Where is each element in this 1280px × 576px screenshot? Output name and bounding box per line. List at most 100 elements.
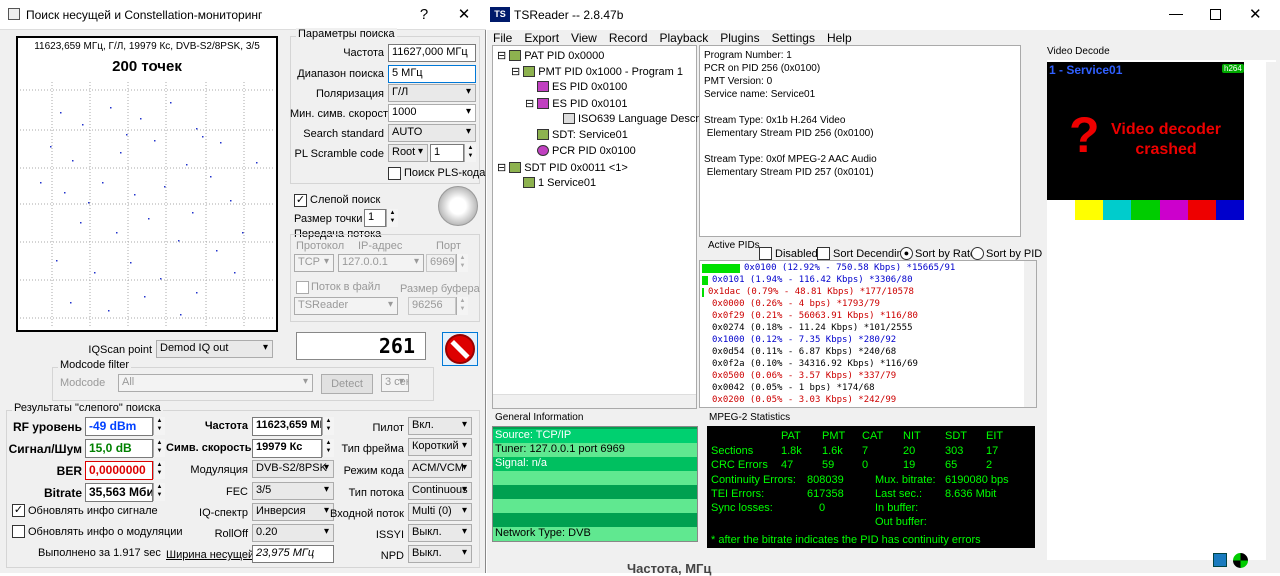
folder-icon	[509, 50, 522, 61]
issyi-select[interactable]: Выкл.	[408, 524, 472, 542]
tree-item-pcr[interactable]: PCR PID 0x0100	[537, 145, 636, 157]
sort-rate-radio[interactable]: ●	[900, 247, 913, 260]
buffer-input[interactable]: 96256	[408, 297, 456, 315]
tree-item-service[interactable]: 1 Service01	[523, 177, 596, 189]
tree-item-pat[interactable]: ⊟ PAT PID 0x0000	[497, 49, 604, 62]
tree-item-es-audio[interactable]: ⊟ ES PID 0x0101	[525, 97, 628, 110]
update-signal-checkbox[interactable]: ✓	[12, 504, 25, 517]
input-stream-select[interactable]: Multi (0)	[408, 503, 472, 521]
active-pids-list[interactable]: 0x0100 (12.92% - 750.58 Kbps) *15665/91 0…	[699, 260, 1037, 408]
help-button[interactable]: ?	[402, 0, 446, 30]
menu-view[interactable]: View	[571, 31, 597, 45]
iq-spectrum-select[interactable]: Инверсия	[252, 503, 334, 521]
menu-playback[interactable]: Playback	[660, 31, 709, 45]
tsreader-title: TSReader -- 2.8.47b	[514, 8, 624, 22]
pid-row[interactable]: 0x0d54 (0.11% - 6.87 Kbps) *240/68	[712, 347, 896, 357]
pid-row[interactable]: 0x0200 (0.05% - 3.03 Kbps) *242/99	[712, 395, 896, 405]
pid-row[interactable]: 0x0f2a (0.10% - 34316.92 Kbps) *116/69	[712, 359, 918, 369]
pid-row[interactable]: 0x1000 (0.12% - 7.35 Kbps) *280/92	[712, 335, 896, 345]
pid-row[interactable]: 0x0500 (0.06% - 3.57 Kbps) *337/79	[712, 371, 896, 381]
network-icon[interactable]	[1213, 553, 1227, 567]
blind-search-checkbox[interactable]: ✓	[294, 194, 307, 207]
ip-select[interactable]: 127.0.0.1	[338, 254, 424, 272]
to-file-checkbox[interactable]	[296, 281, 309, 294]
satellite-dish-icon[interactable]	[438, 186, 478, 226]
point-size-input[interactable]: 1	[364, 209, 386, 227]
menu-help[interactable]: Help	[827, 31, 852, 45]
menu-export[interactable]: Export	[524, 31, 559, 45]
network-type-line: Network Type: DVB	[493, 527, 697, 541]
maximize-icon[interactable]	[1210, 9, 1221, 20]
pid-row[interactable]: 0x0100 (12.92% - 750.58 Kbps) *15665/91	[744, 263, 955, 273]
freq-label: Частота	[343, 47, 384, 59]
bitrate-spin[interactable]: ▲ ▼	[153, 483, 165, 501]
info-line	[704, 101, 1016, 114]
search-standard-select[interactable]: AUTO	[388, 124, 476, 142]
result-freq-spin[interactable]: ▲ ▼	[322, 417, 334, 435]
snr-spin[interactable]: ▲ ▼	[153, 439, 165, 457]
minimize-icon[interactable]	[1169, 7, 1183, 15]
npd-select[interactable]: Выкл.	[408, 545, 472, 563]
disabled-checkbox[interactable]	[759, 247, 772, 260]
update-modulation-checkbox[interactable]	[12, 525, 25, 538]
rolloff-select[interactable]: 0.20	[252, 524, 334, 542]
code-mode-select[interactable]: ACM/VCM	[408, 460, 472, 478]
rf-level-spin[interactable]: ▲ ▼	[153, 417, 165, 435]
pid-row[interactable]: 0x0274 (0.18% - 11.24 Kbps) *101/2555	[712, 323, 912, 333]
frame-type-select[interactable]: Короткий	[408, 438, 472, 456]
pl-scramble-spin[interactable]: ▲ ▼	[464, 144, 476, 162]
polarization-select[interactable]: Г/Л	[388, 84, 476, 102]
sort-desc-checkbox[interactable]	[817, 247, 830, 260]
pl-scramble-code-input[interactable]: 1	[430, 144, 464, 162]
min-sr-select[interactable]: 1000	[388, 104, 476, 122]
video-vscroll[interactable]	[1266, 62, 1276, 560]
modcode-select[interactable]: All	[118, 374, 313, 392]
menu-record[interactable]: Record	[609, 31, 648, 45]
program-info-pane: Program Number: 1 PCR on PID 256 (0x0100…	[699, 45, 1021, 237]
pid-rate-bar	[702, 276, 708, 285]
port-label: Порт	[436, 240, 461, 252]
menu-file[interactable]: File	[493, 31, 512, 45]
detect-interval-select[interactable]: 3 сек	[381, 374, 409, 392]
pid-row[interactable]: 0x0f29 (0.21% - 56063.91 Kbps) *116/80	[712, 311, 918, 321]
pid-row[interactable]: 0x1dac (0.79% - 48.81 Kbps) *177/10578	[708, 287, 914, 297]
sort-pid-radio[interactable]	[971, 247, 984, 260]
menu-plugins[interactable]: Plugins	[720, 31, 759, 45]
tree-item-iso639[interactable]: ISO639 Language Descriptor	[563, 113, 720, 125]
range-input[interactable]: 5 МГц	[388, 65, 476, 83]
pid-row[interactable]: 0x0000 (0.26% - 4 bps) *1793/79	[712, 299, 880, 309]
tree-hscroll[interactable]	[493, 394, 696, 408]
close-button[interactable]: ✕	[442, 0, 486, 30]
pls-search-checkbox[interactable]	[388, 167, 401, 180]
detect-button[interactable]: Detect	[321, 374, 373, 394]
pid-row[interactable]: 0x0101 (1.94% - 116.42 Kbps) *3306/80	[712, 275, 912, 285]
port-input[interactable]: 6969	[426, 254, 456, 272]
tree-item-sdt[interactable]: SDT: Service01	[537, 129, 628, 141]
app-icon	[8, 8, 20, 20]
iq-scan-select[interactable]: Demod IQ out	[156, 340, 273, 358]
freq-input[interactable]: 11627,000 МГц	[388, 44, 476, 62]
pids-vscroll[interactable]	[1024, 261, 1036, 407]
port-spin[interactable]: ▲ ▼	[456, 254, 468, 272]
tree-item-sdt-pid[interactable]: ⊟ SDT PID 0x0011 <1>	[497, 161, 628, 174]
ber-spin[interactable]: ▲ ▼	[153, 461, 165, 479]
menu-settings[interactable]: Settings	[772, 31, 815, 45]
codec-badge: h264	[1222, 64, 1244, 73]
pl-scramble-mode-select[interactable]: Root	[388, 144, 428, 162]
app-select[interactable]: TSReader	[294, 297, 398, 315]
pilot-select[interactable]: Вкл.	[408, 417, 472, 435]
pid-row[interactable]: 0x0042 (0.05% - 1 bps) *174/68	[712, 383, 875, 393]
tsreader-close-icon[interactable]: ✕	[1249, 5, 1262, 23]
stop-button[interactable]	[442, 332, 478, 366]
modulation-select[interactable]: DVB-S2/8PSK	[252, 460, 334, 478]
buffer-spin[interactable]: ▲ ▼	[456, 297, 468, 315]
status-icon[interactable]	[1233, 553, 1248, 568]
tree-item-pmt[interactable]: ⊟ PMT PID 0x1000 - Program 1	[511, 65, 683, 78]
folder-icon	[523, 177, 535, 188]
stream-type-select[interactable]: Continuous	[408, 482, 472, 500]
point-size-spin[interactable]: ▲ ▼	[386, 209, 398, 227]
protocol-select[interactable]: TCP	[294, 254, 334, 272]
fec-select[interactable]: 3/5	[252, 482, 334, 500]
symbol-rate-spin[interactable]: ▲ ▼	[322, 439, 334, 457]
tree-item-es-video[interactable]: ES PID 0x0100	[537, 81, 627, 93]
